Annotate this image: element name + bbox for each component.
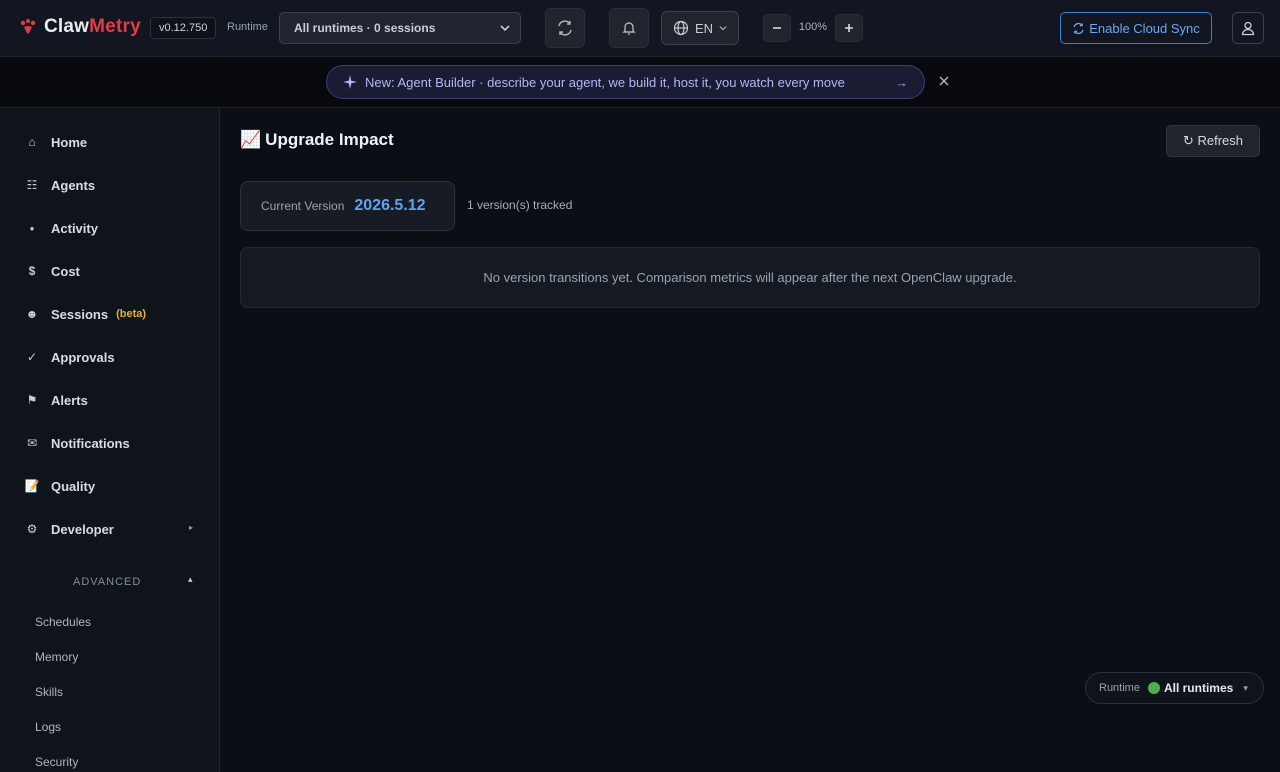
minus-icon: [773, 27, 781, 29]
arrow-right-icon: →: [895, 75, 908, 90]
runtime-select-value: All runtimes · 0 sessions: [294, 21, 436, 35]
versions-tracked-count: 1 version(s) tracked: [467, 198, 573, 212]
sidebar-item-label: Home: [51, 134, 88, 150]
announcement-bar: New: Agent Builder · describe your agent…: [0, 57, 1280, 108]
alerts-icon: ⚑: [26, 393, 38, 407]
language-label: EN: [694, 20, 714, 36]
language-button[interactable]: EN: [661, 11, 739, 45]
zoom-level: 100%: [798, 21, 828, 33]
runtime-label: Runtime: [227, 21, 268, 33]
home-icon: ⌂: [28, 135, 36, 149]
chevron-down-icon: ▾: [1243, 682, 1248, 693]
sync-icon: [1073, 22, 1084, 34]
empty-state-message: No version transitions yet. Comparison m…: [240, 247, 1260, 308]
runtime-pill-value-wrap: All runtimes: [1147, 681, 1234, 695]
current-version-value: 2026.5.12: [354, 197, 426, 214]
sidebar-item-home[interactable]: ⌂ Home: [0, 125, 219, 159]
current-version-label: Current Version: [261, 199, 345, 213]
sidebar-item-label: Notifications: [51, 435, 130, 451]
sidebar-item-label: Approvals: [51, 349, 115, 365]
runtime-pill-value: All runtimes: [1163, 681, 1234, 695]
sidebar-item-label: Agents: [51, 177, 96, 193]
sidebar-item-activity[interactable]: ● Activity: [0, 211, 219, 245]
chevron-down-icon: [500, 25, 510, 32]
chevron-down-icon: [719, 25, 727, 31]
sidebar-item-developer[interactable]: ⚙ Developer ▸: [0, 512, 219, 546]
globe-icon: [673, 20, 689, 36]
sessions-icon: ☻: [25, 307, 39, 321]
page-title-text: Upgrade Impact: [265, 130, 394, 149]
sidebar-item-label: Cost: [51, 263, 80, 279]
page-title: 📈 Upgrade Impact: [240, 130, 394, 150]
refresh-icon: [558, 20, 572, 36]
sparkle-icon: [343, 75, 357, 89]
top-bar: ClawMetry v0.12.750 Runtime All runtimes…: [0, 0, 1280, 57]
notifications-button[interactable]: [609, 8, 649, 48]
activity-icon: ●: [29, 223, 35, 233]
advanced-section-toggle[interactable]: ADVANCED ▴: [0, 572, 219, 594]
bell-icon: [622, 22, 636, 35]
sidebar-item-memory[interactable]: Memory: [35, 650, 78, 664]
cloud-sync-label: Enable Cloud Sync: [1089, 20, 1200, 36]
close-icon[interactable]: [937, 74, 951, 88]
sidebar-item-schedules[interactable]: Schedules: [35, 615, 91, 629]
refresh-button[interactable]: ↻ Refresh: [1166, 125, 1260, 157]
approvals-icon: ✓: [26, 350, 38, 364]
advanced-section-label: ADVANCED: [73, 576, 142, 588]
quality-icon: 📝: [24, 479, 40, 493]
runtime-pill-label: Runtime: [1099, 682, 1140, 694]
sidebar-item-quality[interactable]: 📝 Quality: [0, 469, 219, 503]
sync-button[interactable]: [545, 8, 585, 48]
current-version-card: Current Version 2026.5.12: [240, 181, 455, 231]
enable-cloud-sync-button[interactable]: Enable Cloud Sync: [1060, 12, 1212, 44]
beta-badge: (beta): [116, 308, 147, 320]
user-menu-button[interactable]: [1232, 12, 1264, 44]
chevron-up-icon: ▴: [188, 574, 193, 584]
version-badge: v0.12.750: [150, 17, 217, 39]
sidebar-item-label: Activity: [51, 220, 98, 236]
sidebar-item-logs[interactable]: Logs: [35, 720, 61, 734]
developer-icon: ⚙: [26, 522, 38, 536]
zoom-out-button[interactable]: [763, 14, 791, 42]
sidebar-item-label: Quality: [51, 478, 96, 494]
sidebar-item-label: Sessions: [51, 306, 109, 322]
announcement-text: New: Agent Builder · describe your agent…: [365, 74, 845, 90]
status-dot-icon: [1147, 682, 1160, 694]
sidebar: ⌂ Home ☷ Agents ● Activity $ Cost ☻ Sess…: [0, 108, 220, 772]
zoom-in-button[interactable]: [835, 14, 863, 42]
sidebar-item-agents[interactable]: ☷ Agents: [0, 168, 219, 202]
plus-icon: [845, 24, 853, 32]
claw-logo-icon: [18, 17, 38, 37]
sidebar-item-cost[interactable]: $ Cost: [0, 254, 219, 288]
cost-icon: $: [28, 264, 36, 278]
runtime-select[interactable]: All runtimes · 0 sessions: [279, 12, 521, 44]
user-icon: [1241, 21, 1255, 36]
agent-builder-announcement[interactable]: New: Agent Builder · describe your agent…: [326, 65, 925, 99]
sidebar-item-label: Alerts: [51, 392, 88, 408]
logo[interactable]: ClawMetry: [18, 16, 141, 38]
sidebar-item-approvals[interactable]: ✓ Approvals: [0, 340, 219, 374]
sidebar-item-sessions[interactable]: ☻ Sessions (beta): [0, 297, 219, 331]
sidebar-item-security[interactable]: Security: [35, 755, 78, 769]
chevron-right-icon: ▸: [188, 523, 193, 532]
notifications-icon: ✉: [26, 436, 38, 450]
sidebar-item-label: Developer: [51, 521, 114, 537]
chart-increasing-icon: 📈: [240, 130, 262, 149]
runtime-switcher[interactable]: Runtime All runtimes ▾: [1085, 672, 1264, 704]
sidebar-item-skills[interactable]: Skills: [35, 685, 63, 699]
sidebar-item-alerts[interactable]: ⚑ Alerts: [0, 383, 219, 417]
agents-icon: ☷: [26, 178, 38, 192]
logo-text: ClawMetry: [44, 16, 141, 37]
sidebar-item-notifications[interactable]: ✉ Notifications: [0, 426, 219, 460]
